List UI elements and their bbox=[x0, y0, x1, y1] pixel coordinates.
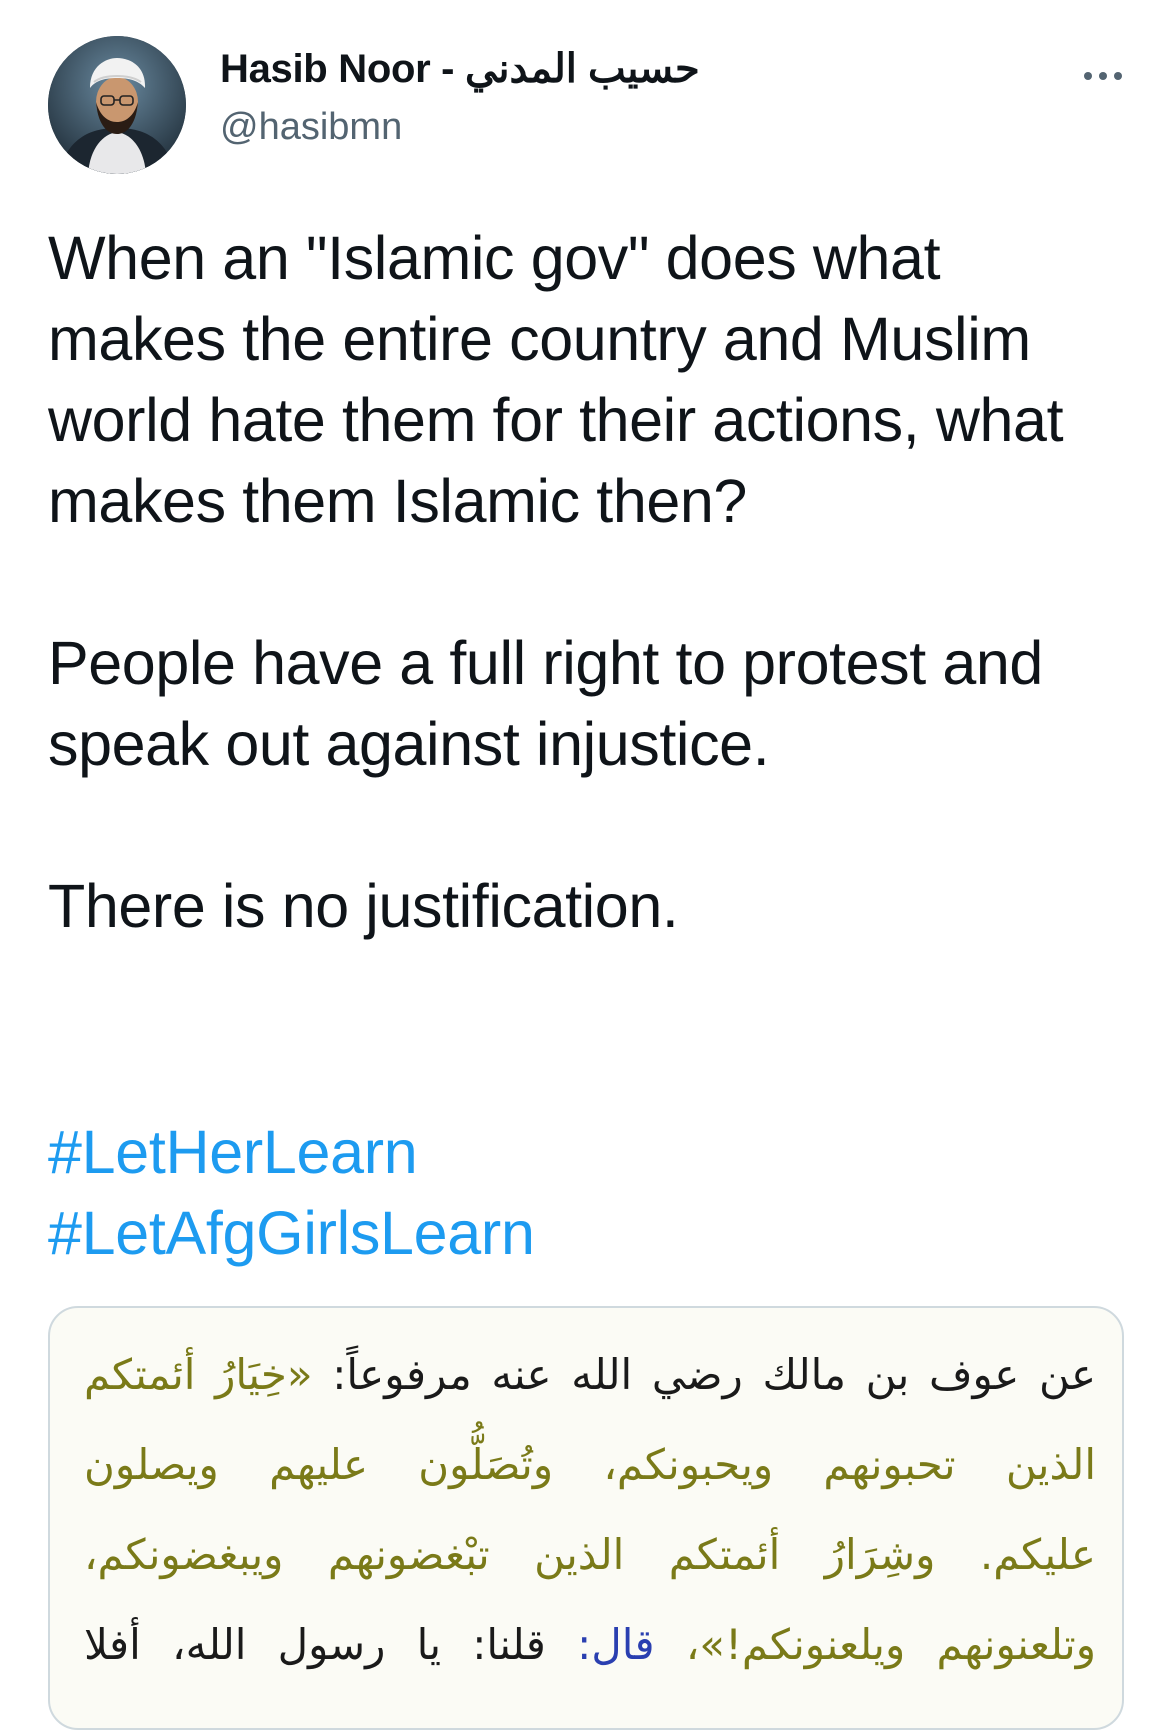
tweet-text: When an "Islamic gov" does what makes th… bbox=[48, 218, 1128, 947]
hadith-said: قال: bbox=[545, 1620, 655, 1669]
attached-image[interactable]: عن عوف بن مالك رضي الله عنه مرفوعاً: «خِ… bbox=[48, 1306, 1124, 1730]
avatar[interactable] bbox=[48, 36, 186, 174]
hadith-text: عن عوف بن مالك رضي الله عنه مرفوعاً: «خِ… bbox=[84, 1330, 1096, 1690]
hadith-plain: عن عوف بن مالك رضي الله عنه مرفوعاً: bbox=[312, 1350, 1096, 1399]
more-options-icon[interactable] bbox=[1070, 56, 1136, 96]
hashtag-link[interactable]: #LetHerLearn bbox=[48, 1112, 535, 1193]
hadith-plain: قلنا: يا رسول الله، أفلا bbox=[84, 1620, 546, 1669]
hadith-line: عن عوف بن مالك رضي الله عنه مرفوعاً: «خِ… bbox=[84, 1330, 1096, 1420]
dot bbox=[1099, 72, 1107, 80]
tweet-paragraph: People have a full right to protest and … bbox=[48, 629, 1043, 778]
tweet-paragraph: When an "Islamic gov" does what makes th… bbox=[48, 224, 1064, 535]
hadith-line: وتلعنونهم ويلعنونكم!»، قال: قلنا: يا رسو… bbox=[84, 1600, 1096, 1690]
hadith-highlight: «خِيَارُ أئمتكم bbox=[84, 1350, 313, 1399]
hadith-line: الذين تحبونهم ويحبونكم، وتُصَلُّون عليهم… bbox=[84, 1440, 1096, 1489]
dot bbox=[1114, 72, 1122, 80]
author-handle[interactable]: @hasibmn bbox=[220, 106, 402, 149]
author-display-name[interactable]: Hasib Noor - حسيب المدني bbox=[220, 46, 700, 92]
hadith-highlight: وتلعنونهم ويلعنونكم!»، bbox=[654, 1620, 1096, 1669]
hadith-line: عليكم. وشِرَارُ أئمتكم الذين تبْغضونهم و… bbox=[84, 1530, 1096, 1579]
dot bbox=[1084, 72, 1092, 80]
tweet-paragraph: There is no justification. bbox=[48, 872, 679, 940]
avatar-photo bbox=[48, 36, 186, 174]
tweet: Hasib Noor - حسيب المدني @hasibmn When a… bbox=[0, 0, 1169, 1730]
hashtag-link[interactable]: #LetAfgGirlsLearn bbox=[48, 1193, 535, 1274]
hashtag-list: #LetHerLearn #LetAfgGirlsLearn bbox=[48, 1112, 535, 1274]
